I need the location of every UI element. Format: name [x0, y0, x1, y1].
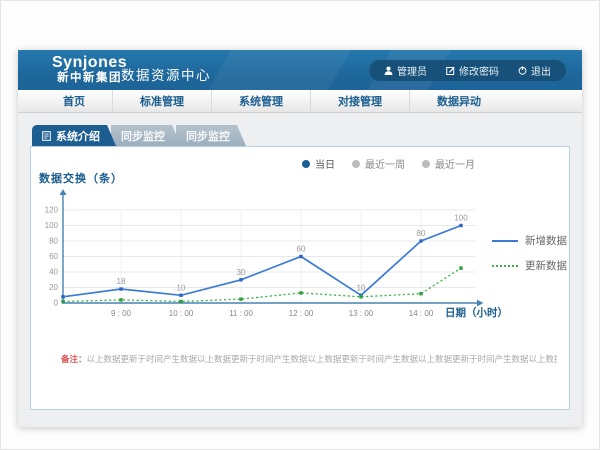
filter-last-month[interactable]: 最近一月 [422, 156, 475, 171]
nav-item-system-mgmt[interactable]: 系统管理 [212, 90, 311, 112]
radio-icon [302, 160, 310, 168]
svg-text:80: 80 [49, 237, 58, 246]
tab-sync-monitor-1[interactable]: 同步监控 [111, 125, 181, 146]
user-toolbar: 管理员 修改密码 退出 [369, 60, 566, 81]
tab-sync-monitor-2[interactable]: 同步监控 [176, 125, 246, 146]
svg-text:60: 60 [49, 252, 58, 261]
svg-text:18: 18 [117, 277, 126, 286]
tab-label: 同步监控 [121, 128, 165, 144]
footnote: 备注：以上数据更新于时间产生数据以上数据更新于时间产生数据以上数据更新于时间产生… [61, 353, 557, 365]
svg-text:10 : 00: 10 : 00 [169, 309, 194, 318]
nav-item-standard-mgmt[interactable]: 标准管理 [113, 90, 212, 112]
nav-item-home[interactable]: 首页 [36, 90, 113, 112]
user-icon [384, 66, 393, 75]
tab-system-intro[interactable]: 系统介绍 [32, 125, 116, 146]
footnote-prefix: 备注： [61, 354, 87, 364]
chart-legend: 新增数据 更新数据 [492, 233, 567, 273]
legend-item-new-data: 新增数据 [492, 233, 567, 248]
exchange-chart: 0 20 40 60 80 100 120 9 : 00 10 : 00 11 : 00 12 : … [41, 187, 511, 327]
page-title: 数据资源中心 [121, 64, 211, 84]
change-password-button[interactable]: 修改密码 [446, 63, 499, 78]
current-user[interactable]: 管理员 [384, 63, 427, 78]
power-icon [518, 66, 527, 75]
document-icon [42, 131, 51, 141]
brand-logo-cn: 新中新集团 [52, 72, 127, 85]
chart-card: 当日 最近一周 最近一月 数据交换（条） 0 20 40 60 80 100 120 9 : … [30, 146, 570, 410]
change-password-label: 修改密码 [459, 63, 499, 78]
site-panel: Synjones 新中新集团 数据资源中心 管理员 修改密码 [18, 50, 582, 427]
svg-text:30: 30 [237, 268, 246, 277]
svg-text:13 : 00: 13 : 00 [349, 309, 374, 318]
svg-text:60: 60 [297, 245, 306, 254]
svg-text:12 : 00: 12 : 00 [289, 309, 314, 318]
current-user-label: 管理员 [397, 63, 427, 78]
svg-text:100: 100 [454, 214, 468, 223]
svg-text:10: 10 [177, 283, 186, 292]
svg-text:120: 120 [45, 206, 59, 215]
dotted-line-swatch [492, 265, 518, 267]
footnote-text: 以上数据更新于时间产生数据以上数据更新于时间产生数据以上数据更新于时间产生数据以… [87, 354, 557, 364]
svg-text:11 : 00: 11 : 00 [229, 309, 253, 318]
tab-label: 同步监控 [186, 128, 230, 144]
nav-item-interface-mgmt[interactable]: 对接管理 [311, 90, 410, 112]
tab-label: 系统介绍 [56, 128, 100, 144]
edit-icon [446, 66, 455, 75]
svg-text:日期（小时）: 日期（小时） [445, 306, 508, 319]
main-nav: 首页 标准管理 系统管理 对接管理 数据异动 [18, 90, 582, 113]
y-axis-title: 数据交换（条） [39, 170, 123, 186]
svg-text:20: 20 [49, 283, 58, 292]
svg-text:14 : 00: 14 : 00 [409, 309, 434, 318]
brand-logo-en: Synjones [52, 54, 127, 72]
svg-text:0: 0 [54, 299, 59, 308]
legend-label: 新增数据 [525, 233, 567, 248]
logout-label: 退出 [531, 63, 551, 78]
radio-icon [352, 160, 360, 168]
svg-text:40: 40 [49, 268, 58, 277]
brand-logo: Synjones 新中新集团 [52, 54, 127, 86]
filter-label: 最近一月 [435, 156, 475, 171]
svg-text:80: 80 [417, 229, 426, 238]
legend-item-updated-data: 更新数据 [492, 258, 567, 273]
filter-today[interactable]: 当日 [302, 156, 335, 171]
svg-text:10: 10 [357, 283, 366, 292]
tab-bar: 系统介绍 同步监控 同步监控 [32, 125, 241, 146]
nav-item-data-change[interactable]: 数据异动 [410, 90, 508, 112]
filter-label: 最近一周 [365, 156, 405, 171]
svg-text:100: 100 [45, 221, 59, 230]
filter-last-week[interactable]: 最近一周 [352, 156, 405, 171]
logout-button[interactable]: 退出 [518, 63, 551, 78]
radio-icon [422, 160, 430, 168]
content-area: 系统介绍 同步监控 同步监控 当日 最近一周 [18, 113, 582, 427]
app-header: Synjones 新中新集团 数据资源中心 管理员 修改密码 [18, 50, 582, 90]
svg-text:9 : 00: 9 : 00 [111, 309, 132, 318]
header-decoration [191, 50, 366, 90]
solid-line-swatch [492, 240, 518, 242]
range-filter-group: 当日 最近一周 最近一月 [302, 156, 475, 171]
filter-label: 当日 [315, 156, 335, 171]
legend-label: 更新数据 [525, 258, 567, 273]
